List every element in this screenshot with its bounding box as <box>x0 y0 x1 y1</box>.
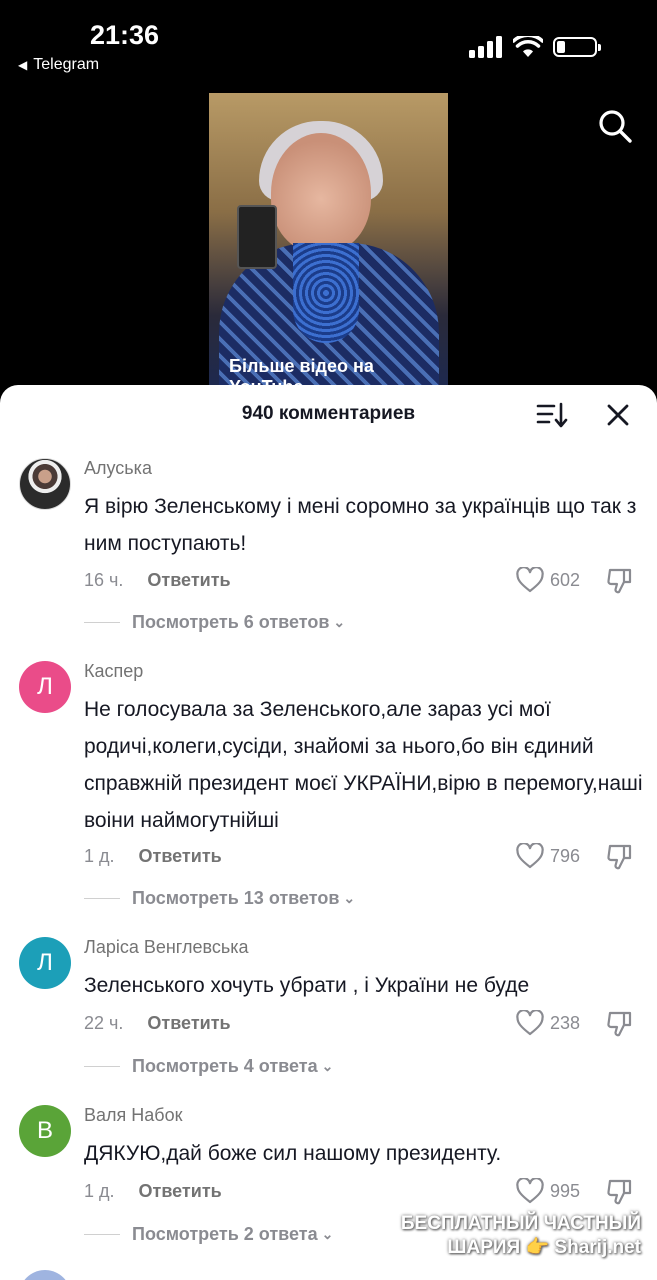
like-count: 238 <box>550 1012 581 1033</box>
view-replies-label: Посмотреть 2 ответа <box>132 1224 318 1244</box>
comment-time: 1 д. <box>84 846 115 866</box>
comment-text: Не голосувала за Зеленського,але зараз у… <box>84 698 643 832</box>
video-figure-necklace <box>293 243 359 343</box>
comment-text: ДЯКУЮ,дай боже сил нашому президенту. <box>84 1142 502 1165</box>
sort-icon[interactable] <box>536 401 568 429</box>
back-to-app-link[interactable]: ◀ Telegram <box>18 56 99 74</box>
like-button[interactable]: 238 <box>516 1010 580 1036</box>
like-count: 602 <box>550 569 581 590</box>
comments-header: 940 комментариев <box>0 385 657 445</box>
replies-divider <box>84 1234 120 1235</box>
watermark-line-1: БЕСПЛАТНЫЙ ЧАСТНЫЙ <box>400 1213 641 1234</box>
like-button[interactable]: 796 <box>516 843 580 869</box>
heart-icon <box>516 1178 544 1204</box>
comment-time: 16 ч. <box>84 570 124 590</box>
back-arrow-icon: ◀ <box>18 58 28 72</box>
view-replies-label: Посмотреть 4 ответа <box>132 1056 318 1076</box>
video-area[interactable]: Більше відео на YouTube <box>0 90 657 390</box>
view-replies-label: Посмотреть 6 ответов <box>132 612 330 632</box>
reply-button[interactable]: Ответить <box>147 1013 230 1034</box>
heart-icon <box>516 567 544 593</box>
comment-username[interactable]: Валя Набок <box>84 1105 182 1126</box>
comment-text: Я вірю Зеленському і мені соромно за укр… <box>84 495 637 555</box>
dislike-icon[interactable] <box>606 1178 634 1206</box>
avatar[interactable] <box>19 458 71 510</box>
comment-meta: 1 д. Ответить <box>84 846 222 867</box>
status-time: 21:36 <box>90 20 160 50</box>
comment-meta: 1 д. Ответить <box>84 1181 222 1202</box>
wifi-icon <box>513 36 543 57</box>
view-replies-label: Посмотреть 13 ответов <box>132 888 340 908</box>
avatar[interactable] <box>19 1270 71 1280</box>
comment-meta: 16 ч. Ответить <box>84 570 231 591</box>
like-count: 995 <box>550 1180 581 1201</box>
comment-item: Л Ларіса Венглевська Зеленського хочуть … <box>0 937 657 1097</box>
avatar[interactable]: Л <box>19 661 71 713</box>
close-icon[interactable] <box>604 401 632 429</box>
replies-divider <box>84 1066 120 1067</box>
heart-icon <box>516 843 544 869</box>
chevron-down-icon: ⌄ <box>343 890 356 906</box>
back-app-label: Telegram <box>33 56 100 73</box>
status-icons <box>469 36 601 58</box>
replies-divider <box>84 898 120 899</box>
reply-button[interactable]: Ответить <box>147 570 230 591</box>
video-tarot-card <box>237 205 277 269</box>
view-replies-button[interactable]: Посмотреть 6 ответов ⌄ <box>84 612 345 633</box>
watermark-line-2: ШАРИЯ 👉 Sharij.net <box>447 1237 641 1258</box>
avatar[interactable]: В <box>19 1105 71 1157</box>
view-replies-button[interactable]: Посмотреть 4 ответа ⌄ <box>84 1056 333 1077</box>
comments-panel: 940 комментариев Алуська Я вірю Зеленськ… <box>0 385 657 1280</box>
comment-username[interactable]: Алуська <box>84 458 152 479</box>
avatar-initial: В <box>36 1117 53 1144</box>
comment-text: Зеленського хочуть убрати , і України не… <box>84 974 530 997</box>
dislike-icon[interactable] <box>606 843 634 871</box>
like-button[interactable]: 602 <box>516 567 580 593</box>
chevron-down-icon: ⌄ <box>321 1058 334 1074</box>
signal-icon <box>469 36 502 58</box>
watermark: БЕСПЛАТНЫЙ ЧАСТНЫЙ ШАРИЯ 👉 Sharij.net <box>401 1212 641 1260</box>
dislike-icon[interactable] <box>606 567 634 595</box>
status-bar: 21:36 ◀ Telegram <box>0 0 657 90</box>
view-replies-button[interactable]: Посмотреть 13 ответов ⌄ <box>84 888 355 909</box>
comment-username[interactable]: Ларіса Венглевська <box>84 937 249 958</box>
comment-item: Алуська Я вірю Зеленському і мені соромн… <box>0 458 657 658</box>
search-icon[interactable] <box>597 108 633 144</box>
comment-item: Л Каспер Не голосувала за Зеленського,ал… <box>0 661 657 921</box>
reply-button[interactable]: Ответить <box>139 1181 222 1202</box>
avatar-initial: Л <box>37 673 53 700</box>
chevron-down-icon: ⌄ <box>333 614 346 630</box>
comment-time: 1 д. <box>84 1181 115 1201</box>
battery-icon <box>553 37 601 57</box>
reply-button[interactable]: Ответить <box>139 846 222 867</box>
dislike-icon[interactable] <box>606 1010 634 1038</box>
like-count: 796 <box>550 845 581 866</box>
avatar[interactable]: Л <box>19 937 71 989</box>
avatar-initial: Л <box>37 949 53 976</box>
chevron-down-icon: ⌄ <box>321 1226 334 1242</box>
replies-divider <box>84 622 120 623</box>
like-button[interactable]: 995 <box>516 1178 580 1204</box>
comment-meta: 22 ч. Ответить <box>84 1013 231 1034</box>
video-figure-face <box>271 133 371 253</box>
heart-icon <box>516 1010 544 1036</box>
comment-time: 22 ч. <box>84 1013 124 1033</box>
view-replies-button[interactable]: Посмотреть 2 ответа ⌄ <box>84 1224 333 1245</box>
comment-username[interactable]: Каспер <box>84 661 143 682</box>
video-thumbnail[interactable]: Більше відео на YouTube <box>209 93 448 390</box>
